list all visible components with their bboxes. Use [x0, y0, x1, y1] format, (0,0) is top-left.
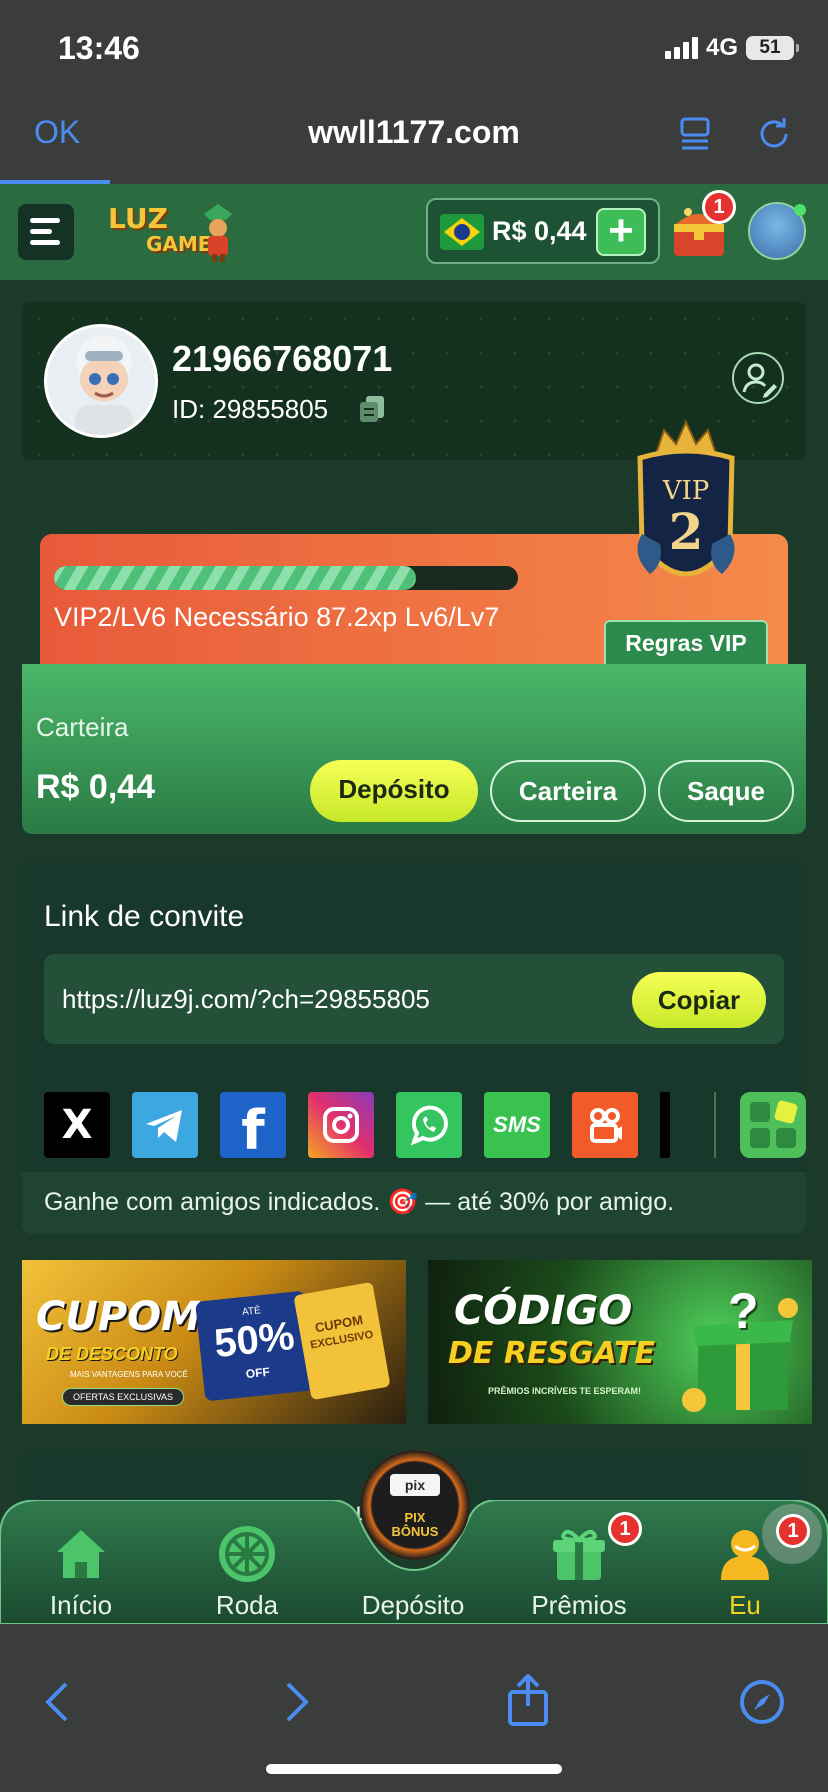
invite-title: Link de convite: [44, 900, 245, 933]
question-mark-icon: ?: [728, 1283, 759, 1339]
wheel-icon: [219, 1526, 275, 1582]
nav-home[interactable]: Início: [16, 1522, 146, 1622]
vip-progress-fill: [54, 566, 416, 590]
nav-deposit-label: Depósito: [361, 1590, 465, 1620]
status-bar: 13:46 4G 51: [0, 0, 828, 100]
nav-wheel[interactable]: Roda: [182, 1522, 312, 1622]
telegram-share-icon[interactable]: [132, 1092, 198, 1158]
invite-card: Link de convite https://luz9j.com/?ch=29…: [22, 862, 806, 1234]
status-indicators: 4G 51: [664, 34, 799, 62]
vip-shield-badge: VIP 2: [620, 414, 752, 614]
logo-text-luz: LUZ: [108, 202, 168, 235]
coupon-tagline: MAIS VANTAGENS PARA VOCÊ: [70, 1370, 188, 1379]
logo-mascot-icon: [204, 204, 232, 262]
edit-profile-icon[interactable]: [732, 352, 784, 404]
nav-me-label: Eu: [729, 1590, 761, 1620]
status-time: 13:46: [58, 30, 140, 66]
profile-id: ID: 29855805: [172, 394, 329, 424]
header-balance-value: R$ 0,44: [492, 216, 587, 246]
chest-badge: 1: [702, 190, 736, 224]
vip-status-text: VIP2/LV6 Necessário 87.2xp Lv6/Lv7: [54, 602, 500, 632]
luz-games-logo[interactable]: LUZ GAMES: [108, 202, 238, 264]
coupon-subtitle: DE DESCONTO: [46, 1344, 178, 1364]
wallet-balance: R$ 0,44: [36, 768, 156, 806]
signal-icon: [664, 37, 698, 59]
facebook-share-icon[interactable]: f: [220, 1092, 286, 1162]
nav-wheel-label: Roda: [215, 1590, 279, 1620]
invite-footer-text: Ganhe com amigos indicados. 🎯 — até 30% …: [44, 1188, 675, 1216]
safari-toolbar: [0, 1624, 828, 1792]
coupon-title: CUPOM: [36, 1294, 201, 1340]
wallet-label: Carteira: [36, 712, 129, 742]
whatsapp-share-icon[interactable]: [396, 1092, 462, 1158]
browser-bar: OK wwll1177.com: [0, 100, 828, 184]
nav-home-label: Início: [49, 1590, 113, 1620]
redeem-tagline: PRÊMIOS INCRÍVEIS TE ESPERAM!: [488, 1386, 642, 1396]
home-icon: [57, 1530, 105, 1578]
redeem-subtitle: DE RESGATE: [448, 1336, 655, 1371]
vip-badge-level: 2: [668, 502, 704, 561]
nav-prizes[interactable]: 1 Prêmios: [514, 1512, 644, 1622]
sms-share-icon[interactable]: SMS: [484, 1092, 550, 1158]
coupon-chip: OFERTAS EXCLUSIVAS: [62, 1388, 185, 1406]
app-header: LUZ GAMES R$ 0,44 + 1: [0, 184, 828, 280]
vip-rules-button[interactable]: Regras VIP: [604, 620, 768, 664]
redeem-title: CÓDIGO: [454, 1288, 633, 1334]
instagram-share-icon[interactable]: [308, 1092, 374, 1158]
me-badge: 1: [776, 1514, 810, 1548]
deposit-button[interactable]: Depósito: [310, 760, 478, 822]
wallet-card: Carteira R$ 0,44 Depósito Carteira Saque: [22, 664, 806, 834]
network-type: 4G: [705, 34, 738, 61]
nav-prizes-label: Prêmios: [531, 1590, 627, 1620]
kwai-share-icon[interactable]: [572, 1092, 638, 1158]
profile-username: 21966768071: [172, 338, 393, 379]
compass-icon[interactable]: [738, 1678, 786, 1726]
copy-link-button[interactable]: Copiar: [632, 972, 766, 1028]
brazil-flag-icon: [440, 214, 484, 250]
pix-bonus-button[interactable]: pix PIX BÔNUS: [360, 1450, 470, 1560]
reload-icon[interactable]: [754, 114, 794, 154]
more-social-edge[interactable]: [660, 1092, 670, 1158]
header-avatar[interactable]: [748, 202, 806, 260]
battery-icon: 51: [746, 36, 799, 60]
invite-link-box: https://luz9j.com/?ch=29855805 Copiar: [44, 954, 784, 1044]
vip-progress-bar: [54, 566, 518, 590]
withdraw-button[interactable]: Saque: [658, 760, 794, 822]
gift-icon: [553, 1529, 605, 1580]
invite-footer: Ganhe com amigos indicados. 🎯 — até 30% …: [22, 1172, 806, 1234]
nav-me[interactable]: 1 Eu: [680, 1504, 822, 1622]
back-icon[interactable]: [38, 1678, 78, 1726]
coupon-banner[interactable]: CUPOM DE DESCONTO MAIS VANTAGENS PARA VO…: [22, 1260, 406, 1424]
share-icon[interactable]: [504, 1674, 552, 1726]
treasure-chest-icon[interactable]: 1: [668, 190, 736, 262]
copy-id-icon[interactable]: [358, 394, 388, 424]
invite-link: https://luz9j.com/?ch=29855805: [62, 984, 430, 1014]
coupon-exclusive-ticket: CUPOM EXCLUSIVO: [293, 1281, 391, 1401]
prizes-badge: 1: [608, 1512, 642, 1546]
social-divider: [714, 1092, 716, 1158]
x-share-icon[interactable]: X: [44, 1092, 110, 1158]
home-indicator: [266, 1764, 562, 1774]
menu-button[interactable]: [18, 204, 74, 260]
forward-icon[interactable]: [276, 1678, 316, 1726]
wallet-button[interactable]: Carteira: [490, 760, 646, 822]
profile-avatar[interactable]: [44, 324, 158, 438]
pix-bonus-label: BÔNUS: [391, 1524, 439, 1539]
reader-icon[interactable]: [676, 114, 716, 154]
pix-label: PIX: [404, 1510, 426, 1525]
add-funds-button[interactable]: +: [596, 208, 646, 256]
pix-logo: pix: [390, 1474, 440, 1496]
header-balance[interactable]: R$ 0,44 +: [426, 198, 660, 264]
social-share-row: X f SMS: [44, 1092, 806, 1162]
more-apps-icon[interactable]: [740, 1092, 806, 1158]
redeem-code-banner[interactable]: CÓDIGO DE RESGATE PRÊMIOS INCRÍVEIS TE E…: [428, 1260, 812, 1424]
